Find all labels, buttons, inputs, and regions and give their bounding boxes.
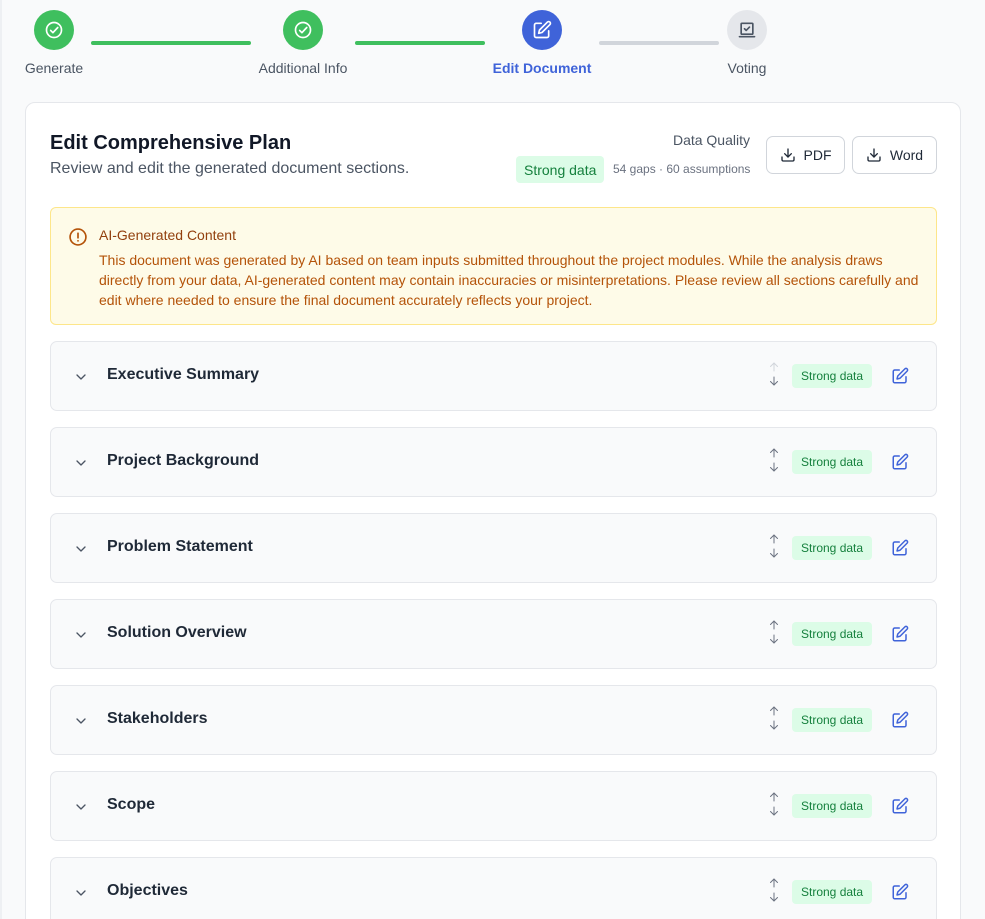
arrow-up-icon[interactable] [768,447,780,459]
data-quality-stats: 54 gaps · 60 assumptions [613,162,751,176]
connector-3 [599,41,719,45]
step-edit-document[interactable] [522,10,562,50]
download-word-button[interactable]: Word [852,136,937,174]
chevron-down-icon[interactable] [73,627,89,643]
reorder-controls [768,447,780,473]
chevron-down-icon[interactable] [73,455,89,471]
edit-icon[interactable] [891,453,909,471]
section-quality-badge: Strong data [792,450,873,474]
connector-2 [355,41,485,45]
section-quality-badge: Strong data [792,536,873,560]
section-title[interactable]: Problem Statement [107,538,253,556]
section-title[interactable]: Project Background [107,452,259,470]
arrow-up-icon[interactable] [768,791,780,803]
arrow-down-icon[interactable] [768,805,780,817]
arrow-up-icon[interactable] [768,705,780,717]
alert-title: AI-Generated Content [99,227,236,243]
chevron-down-icon[interactable] [73,541,89,557]
page-subtitle: Review and edit the generated document s… [50,160,410,177]
alert-body: This document was generated by AI based … [99,252,919,308]
progress-stepper: Generate Additional Info Edit Document V… [0,0,985,95]
section-project-background[interactable]: Project Background Strong data [50,427,937,497]
section-quality-badge: Strong data [792,622,873,646]
arrow-down-icon[interactable] [768,547,780,559]
chevron-down-icon[interactable] [73,713,89,729]
arrow-up-icon[interactable] [768,533,780,545]
edit-icon [533,20,552,39]
section-quality-badge: Strong data [792,880,873,904]
page-title: Edit Comprehensive Plan [50,132,292,154]
reorder-controls [768,361,780,387]
connector-1 [91,41,251,45]
section-solution-overview[interactable]: Solution Overview Strong data [50,599,937,669]
arrow-down-icon[interactable] [768,891,780,903]
edit-icon[interactable] [891,883,909,901]
arrow-up-icon[interactable] [768,877,780,889]
reorder-controls [768,705,780,731]
section-scope[interactable]: Scope Strong data [50,771,937,841]
document-card: Edit Comprehensive Plan Review and edit … [25,102,961,919]
section-title[interactable]: Solution Overview [107,624,247,642]
chevron-down-icon[interactable] [73,885,89,901]
step-additional-info[interactable] [283,10,323,50]
arrow-down-icon[interactable] [768,719,780,731]
left-edge [0,0,2,919]
ai-content-alert: AI-Generated Content This document was g… [50,207,937,325]
step-voting[interactable] [727,10,767,50]
edit-icon[interactable] [891,797,909,815]
download-icon [780,148,795,162]
alert-circle-icon [69,228,87,246]
download-icon [867,148,881,162]
arrow-up-icon[interactable] [768,619,780,631]
check-circle-icon [294,21,312,39]
arrow-up-icon[interactable] [768,361,780,373]
chevron-down-icon[interactable] [73,369,89,385]
step-label-generate[interactable]: Generate [25,60,83,76]
data-quality-badge: Strong data [516,156,605,183]
edit-icon[interactable] [891,367,909,385]
data-quality-label: Data Quality [672,132,750,148]
arrow-down-icon[interactable] [768,633,780,645]
pdf-label: PDF [803,147,832,163]
step-label-additional-info[interactable]: Additional Info [259,60,348,76]
section-quality-badge: Strong data [792,794,873,818]
arrow-down-icon[interactable] [768,461,780,473]
vote-icon [738,22,756,38]
section-title[interactable]: Stakeholders [107,710,207,728]
section-title[interactable]: Executive Summary [107,366,259,384]
reorder-controls [768,533,780,559]
step-label-edit-document[interactable]: Edit Document [493,60,592,76]
arrow-down-icon[interactable] [768,375,780,387]
section-quality-badge: Strong data [792,364,873,388]
section-executive-summary[interactable]: Executive Summary Strong data [50,341,937,411]
edit-icon[interactable] [891,711,909,729]
chevron-down-icon[interactable] [73,799,89,815]
section-stakeholders[interactable]: Stakeholders Strong data [50,685,937,755]
reorder-controls [768,619,780,645]
edit-icon[interactable] [891,539,909,557]
reorder-controls [768,791,780,817]
check-circle-icon [45,21,63,39]
section-objectives[interactable]: Objectives Strong data [50,857,937,919]
section-problem-statement[interactable]: Problem Statement Strong data [50,513,937,583]
step-generate[interactable] [34,10,74,50]
word-label: Word [889,147,924,163]
edit-icon[interactable] [891,625,909,643]
step-label-voting[interactable]: Voting [728,60,767,76]
reorder-controls [768,877,780,903]
download-pdf-button[interactable]: PDF [766,136,845,174]
section-quality-badge: Strong data [792,708,873,732]
section-title[interactable]: Objectives [107,882,188,900]
section-title[interactable]: Scope [107,796,155,814]
